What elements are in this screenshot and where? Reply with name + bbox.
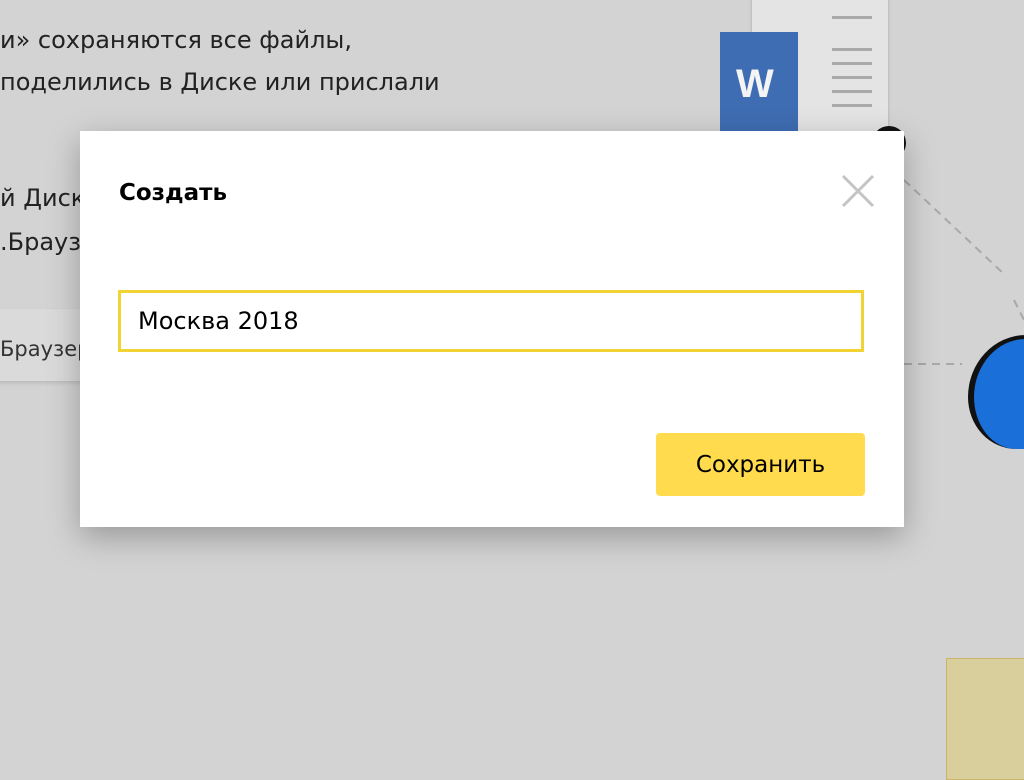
- name-input[interactable]: [118, 290, 864, 352]
- close-icon: [841, 174, 875, 208]
- decorative-yellow-shape: [946, 658, 1024, 780]
- save-button[interactable]: Сохранить: [656, 433, 865, 496]
- close-button[interactable]: [838, 171, 878, 211]
- create-dialog: Создать Сохранить: [80, 131, 904, 527]
- dialog-title: Создать: [119, 180, 228, 206]
